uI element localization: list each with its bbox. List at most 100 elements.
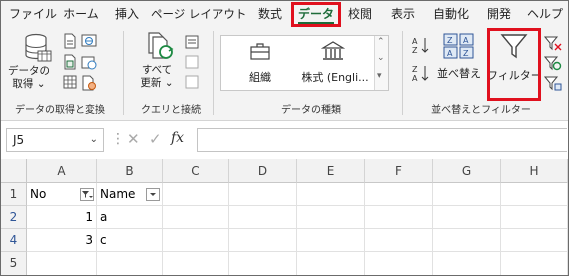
data-tab-highlight <box>291 2 341 27</box>
advanced-filter-icon[interactable] <box>543 75 562 94</box>
select-all-corner[interactable] <box>1 159 27 183</box>
cell-b4[interactable]: c <box>97 229 163 252</box>
tab-automate[interactable]: 自動化 <box>431 4 471 24</box>
cell-h4[interactable] <box>501 229 568 252</box>
tab-file[interactable]: ファイル <box>9 4 57 24</box>
sort-button[interactable]: 並べ替え <box>435 67 483 80</box>
refresh-all-button[interactable]: すべて <box>135 64 179 77</box>
column-header-a[interactable]: A <box>27 159 97 183</box>
recent-sources-icon[interactable] <box>81 54 97 73</box>
queries-icon[interactable] <box>185 35 199 52</box>
filter-dropdown-a[interactable] <box>80 188 94 201</box>
filtered-funnel-icon <box>82 191 93 198</box>
bank-icon <box>320 40 346 65</box>
svg-text:Z: Z <box>412 46 418 55</box>
cell-h1[interactable] <box>501 183 568 206</box>
gallery-scrollbar[interactable]: ⌃ ⌄ ▾ <box>374 36 388 90</box>
cell-d4[interactable] <box>229 229 297 252</box>
from-web-icon[interactable] <box>81 33 99 52</box>
excel-window: ファイル ホーム 挿入 ページ レイアウト 数式 データ 校閲 表示 自動化 開… <box>0 0 569 276</box>
chevron-down-icon[interactable]: ⌄ <box>90 129 98 151</box>
cell-c5[interactable] <box>163 252 229 275</box>
cell-e5[interactable] <box>297 252 365 275</box>
cell-b2[interactable]: a <box>97 206 163 229</box>
cell-d2[interactable] <box>229 206 297 229</box>
cell-c1[interactable] <box>163 183 229 206</box>
cell-e2[interactable] <box>297 206 365 229</box>
edit-links-icon[interactable] <box>185 75 199 92</box>
filter-dropdown-b[interactable] <box>146 188 160 201</box>
column-header-g[interactable]: G <box>433 159 501 183</box>
get-data-button-label[interactable]: 取得 ⌄ <box>7 78 51 91</box>
sort-za-icon[interactable]: ZA <box>411 63 431 86</box>
text-csv-icon[interactable] <box>63 33 77 52</box>
group-data-types-label: データの種類 <box>281 105 341 116</box>
svg-text:Z: Z <box>463 49 469 58</box>
datatype-stocks[interactable]: 株式 (Engli... <box>297 71 373 84</box>
tab-review[interactable]: 校閲 <box>346 4 374 24</box>
column-header-h[interactable]: H <box>501 159 568 183</box>
formula-input[interactable] <box>197 128 567 152</box>
row-header-1[interactable]: 1 <box>1 183 27 206</box>
cell-a2[interactable]: 1 <box>27 206 97 229</box>
row-header-4[interactable]: 4 <box>1 229 27 252</box>
existing-connections-icon[interactable] <box>81 75 97 94</box>
cell-d5[interactable] <box>229 252 297 275</box>
cell-e1[interactable] <box>297 183 365 206</box>
tab-help[interactable]: ヘルプ <box>527 4 563 24</box>
cell-f4[interactable] <box>365 229 433 252</box>
svg-text:Z: Z <box>412 65 418 74</box>
tab-view[interactable]: 表示 <box>389 4 417 24</box>
refresh-all-button-label[interactable]: 更新 ⌄ <box>135 77 179 90</box>
group-queries-label: クエリと接続 <box>141 105 201 116</box>
column-header-e[interactable]: E <box>297 159 365 183</box>
row-header-5[interactable]: 5 <box>1 252 27 275</box>
chevron-up-icon[interactable]: ⌃ <box>377 37 385 47</box>
cell-f2[interactable] <box>365 206 433 229</box>
cell-b5[interactable] <box>97 252 163 275</box>
cell-g1[interactable] <box>433 183 501 206</box>
more-icon[interactable]: ▾ <box>377 71 382 81</box>
tab-insert[interactable]: 挿入 <box>113 4 141 24</box>
from-table-icon[interactable] <box>63 54 77 73</box>
chevron-down-icon[interactable]: ⌄ <box>377 53 385 63</box>
name-box[interactable]: J5 ⌄ <box>6 128 104 152</box>
insert-function-button[interactable]: fx <box>171 130 184 146</box>
svg-text:A: A <box>447 49 453 58</box>
cell-f5[interactable] <box>365 252 433 275</box>
tab-home[interactable]: ホーム <box>59 4 103 24</box>
cell-a5[interactable] <box>27 252 97 275</box>
tab-developer[interactable]: 開発 <box>485 4 513 24</box>
datatype-organization[interactable]: 組織 <box>237 71 283 84</box>
column-header-f[interactable]: F <box>365 159 433 183</box>
cancel-icon[interactable]: ✕ <box>127 130 140 148</box>
cell-g2[interactable] <box>433 206 501 229</box>
cell-a4[interactable]: 3 <box>27 229 97 252</box>
cell-g5[interactable] <box>433 252 501 275</box>
cell-d1[interactable] <box>229 183 297 206</box>
tab-page-layout[interactable]: ページ レイアウト <box>151 4 246 24</box>
cell-c4[interactable] <box>163 229 229 252</box>
cell-f1[interactable] <box>365 183 433 206</box>
tab-formulas[interactable]: 数式 <box>256 4 284 24</box>
formula-bar: J5 ⌄ ⋮ ✕ ✓ fx <box>1 126 568 154</box>
sort-az-icon[interactable]: AZ <box>411 35 431 58</box>
cell-e4[interactable] <box>297 229 365 252</box>
get-data-button[interactable]: データの <box>7 65 51 78</box>
properties-icon[interactable] <box>185 55 199 72</box>
group-divider <box>402 31 403 115</box>
cell-h2[interactable] <box>501 206 568 229</box>
check-icon[interactable]: ✓ <box>149 130 162 148</box>
worksheet-grid: A B C D E F G H 1 2 4 5 No Name 1 a 3 c <box>1 159 568 275</box>
cell-g4[interactable] <box>433 229 501 252</box>
table-grid-icon[interactable] <box>63 75 77 92</box>
column-header-d[interactable]: D <box>229 159 297 183</box>
clear-filter-icon[interactable] <box>543 35 562 54</box>
cell-c2[interactable] <box>163 206 229 229</box>
svg-text:A: A <box>463 36 469 45</box>
reapply-filter-icon[interactable] <box>543 55 562 74</box>
row-header-2[interactable]: 2 <box>1 206 27 229</box>
cell-h5[interactable] <box>501 252 568 275</box>
column-header-b[interactable]: B <box>97 159 163 183</box>
column-header-c[interactable]: C <box>163 159 229 183</box>
